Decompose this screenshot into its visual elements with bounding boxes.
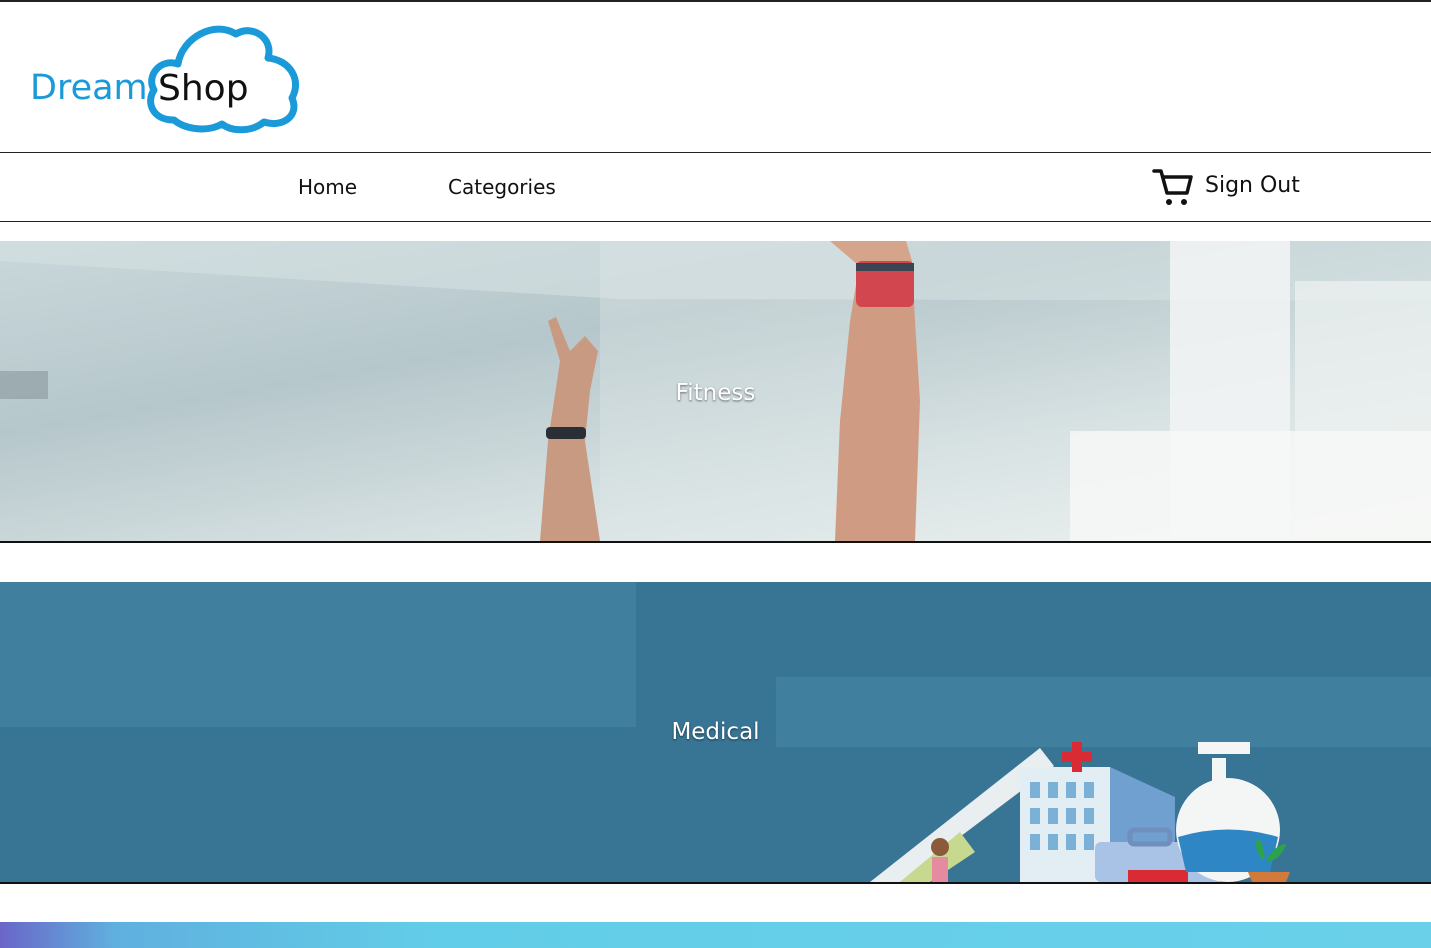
nav-home-link[interactable]: Home (298, 175, 357, 199)
site-header: Dream Shop (0, 2, 1431, 152)
category-label-medical: Medical (671, 719, 760, 745)
logo-text-dream: Dream (30, 68, 148, 108)
shopping-cart-icon[interactable] (1152, 167, 1194, 207)
dream-shop-logo[interactable]: Dream Shop (26, 20, 306, 136)
sign-out-link[interactable]: Sign Out (1205, 173, 1300, 198)
category-label-fitness: Fitness (675, 380, 756, 406)
nav-categories-link[interactable]: Categories (448, 175, 556, 199)
logo-text-shop: Shop (158, 68, 249, 109)
main-nav: Home Categories Sign Out (0, 152, 1431, 222)
category-banner-medical[interactable]: Medical (0, 582, 1431, 884)
category-banner-next[interactable] (0, 922, 1431, 948)
category-banner-fitness[interactable]: Fitness (0, 241, 1431, 543)
